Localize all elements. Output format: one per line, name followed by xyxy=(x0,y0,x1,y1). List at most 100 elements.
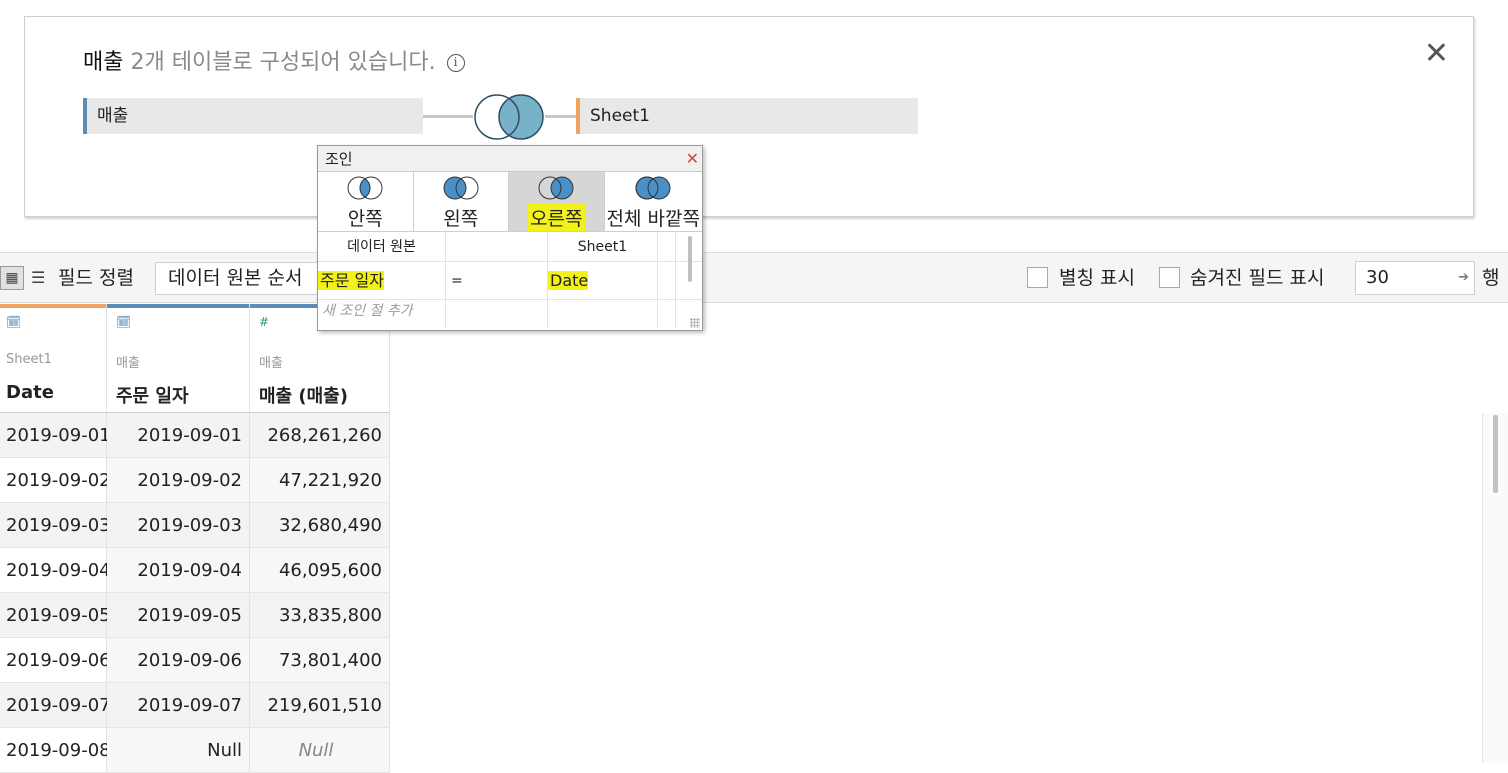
sort-fields-label: 필드 정렬 xyxy=(58,267,134,289)
join-dialog-titlebar: 조인 ✕ xyxy=(318,146,702,172)
clause-header-right: Sheet1 xyxy=(548,232,658,261)
join-type-selector: 안쪽 왼쪽 오른쪽 전체 바깥쪽 xyxy=(318,172,702,232)
cell: Null xyxy=(250,728,390,772)
cell: 219,601,510 xyxy=(250,683,390,727)
join-type-label: 안쪽 xyxy=(347,208,383,230)
new-clause-placeholder[interactable]: 새 조인 절 추가 xyxy=(318,300,446,328)
scrollbar-thumb[interactable] xyxy=(1493,415,1498,493)
right-join-icon xyxy=(538,176,574,200)
join-clause-row[interactable]: 주문 일자 = Date xyxy=(318,262,702,300)
cell: 73,801,400 xyxy=(250,638,390,682)
cell: 2019-09-06 xyxy=(107,638,250,682)
cell: 2019-09-05 xyxy=(0,593,111,637)
calendar-icon[interactable]: 🗓 xyxy=(6,315,21,329)
full-outer-join-icon xyxy=(635,176,671,200)
join-type-inner[interactable]: 안쪽 xyxy=(318,172,414,231)
cell: 2019-09-04 xyxy=(0,548,111,592)
resize-grip-icon[interactable] xyxy=(690,318,700,328)
join-panel: 매출 2개 테이블로 구성되어 있습니다. i ✕ 매출 Sheet1 xyxy=(24,16,1474,217)
clause-left-field[interactable]: 주문 일자 xyxy=(318,262,446,299)
right-join-venn-icon[interactable] xyxy=(471,93,547,141)
show-aliases-checkbox[interactable] xyxy=(1027,267,1048,288)
column-name: 매출 (매출) xyxy=(259,386,348,407)
left-table-pill[interactable]: 매출 xyxy=(83,98,423,134)
clause-header-spacer xyxy=(658,232,676,261)
left-join-icon xyxy=(443,176,479,200)
clause-left-value: 주문 일자 xyxy=(318,271,384,290)
cell: 2019-09-03 xyxy=(0,503,111,547)
column-header[interactable]: 🗓 매출 주문 일자 xyxy=(107,304,250,413)
table-row: 2019-09-03 2019-09-03 32,680,490 xyxy=(0,503,390,548)
left-table-label: 매출 xyxy=(97,106,129,126)
cell: 2019-09-03 xyxy=(107,503,250,547)
calendar-icon[interactable]: 🗓 xyxy=(116,315,131,329)
cell: 2019-09-08 xyxy=(0,728,111,772)
column-source-bar xyxy=(0,304,106,308)
join-connector-left xyxy=(423,115,473,118)
table-row: 2019-09-02 2019-09-02 47,221,920 xyxy=(0,458,390,503)
join-clause-table: 데이터 원본 Sheet1 주문 일자 = Date 새 조인 절 추가 xyxy=(318,232,702,330)
number-hash-icon[interactable]: # xyxy=(259,315,269,329)
join-dialog: 조인 ✕ 안쪽 왼쪽 오른쪽 전체 바깥쪽 데이터 원본 Sheet1 주문 일… xyxy=(317,145,703,331)
right-table-label: Sheet1 xyxy=(590,106,650,126)
grid-toolbar: ▦ ☰ 필드 정렬 데이터 원본 순서 별칭 표시 숨겨진 필드 표시 30 ➔… xyxy=(0,252,1508,303)
cell: 46,095,600 xyxy=(250,548,390,592)
cell: 2019-09-05 xyxy=(107,593,250,637)
cell: 2019-09-06 xyxy=(0,638,111,682)
join-type-label: 오른쪽 xyxy=(528,204,585,231)
clause-scrollbar[interactable] xyxy=(688,236,692,282)
close-icon[interactable]: ✕ xyxy=(686,146,699,172)
cell: 2019-09-02 xyxy=(107,458,250,502)
cell: 47,221,920 xyxy=(250,458,390,502)
clause-operator[interactable]: = xyxy=(446,262,548,299)
new-clause-spacer xyxy=(658,300,676,328)
table-row: 2019-09-01 2019-09-01 268,261,260 xyxy=(0,413,390,458)
join-type-label: 왼쪽 xyxy=(443,208,479,230)
info-icon[interactable]: i xyxy=(446,54,465,72)
row-count-input[interactable]: 30 ➔ xyxy=(1355,261,1475,295)
join-dialog-title: 조인 xyxy=(325,150,353,168)
show-hidden-fields-label: 숨겨진 필드 표시 xyxy=(1190,267,1325,289)
datasource-name: 매출 xyxy=(83,50,124,75)
cell: 33,835,800 xyxy=(250,593,390,637)
join-connector-right xyxy=(545,115,577,118)
column-source: 매출 xyxy=(259,356,283,371)
cell: 2019-09-01 xyxy=(107,413,250,457)
cell: 32,680,490 xyxy=(250,503,390,547)
column-source: Sheet1 xyxy=(6,352,52,367)
join-type-full-outer[interactable]: 전체 바깥쪽 xyxy=(605,172,702,231)
grid-vertical-scrollbar[interactable] xyxy=(1482,413,1508,763)
table-row: 2019-09-07 2019-09-07 219,601,510 xyxy=(0,683,390,728)
panel-title: 매출 2개 테이블로 구성되어 있습니다. i xyxy=(83,44,465,76)
right-table-pill[interactable]: Sheet1 xyxy=(576,98,918,134)
column-source: 매출 xyxy=(116,356,140,371)
apply-arrow-icon[interactable]: ➔ xyxy=(1458,262,1469,294)
grid-view-icon[interactable]: ▦ xyxy=(0,266,24,290)
cell: 2019-09-01 xyxy=(0,413,111,457)
table-row: 2019-09-08 Null Null xyxy=(0,728,390,773)
clause-header-left: 데이터 원본 xyxy=(318,232,446,261)
rows-unit-label: 행 xyxy=(1482,267,1500,289)
table-row: 2019-09-06 2019-09-06 73,801,400 xyxy=(0,638,390,683)
clause-right-field[interactable]: Date xyxy=(548,262,658,299)
table-row: 2019-09-04 2019-09-04 46,095,600 xyxy=(0,548,390,593)
column-header[interactable]: 🗓 Sheet1 Date xyxy=(0,304,107,413)
grid-body: 2019-09-01 2019-09-01 268,261,260 2019-0… xyxy=(0,413,390,773)
join-type-right[interactable]: 오른쪽 xyxy=(509,172,605,231)
join-type-left[interactable]: 왼쪽 xyxy=(414,172,510,231)
new-clause-operator xyxy=(446,300,548,328)
clause-spacer xyxy=(658,262,676,299)
cell: 2019-09-02 xyxy=(0,458,111,502)
new-clause-row[interactable]: 새 조인 절 추가 xyxy=(318,300,702,328)
new-clause-right xyxy=(548,300,658,328)
column-name: 주문 일자 xyxy=(116,386,189,407)
column-name: Date xyxy=(6,382,54,403)
datasource-description: 2개 테이블로 구성되어 있습니다. xyxy=(130,50,436,75)
show-hidden-fields-checkbox[interactable] xyxy=(1159,267,1180,288)
cell: 2019-09-07 xyxy=(0,683,111,727)
list-view-icon[interactable]: ☰ xyxy=(31,266,45,290)
close-icon[interactable]: ✕ xyxy=(1424,39,1449,69)
cell: Null xyxy=(107,728,250,772)
join-clause-header: 데이터 원본 Sheet1 xyxy=(318,232,702,262)
show-aliases-label: 별칭 표시 xyxy=(1059,267,1135,289)
